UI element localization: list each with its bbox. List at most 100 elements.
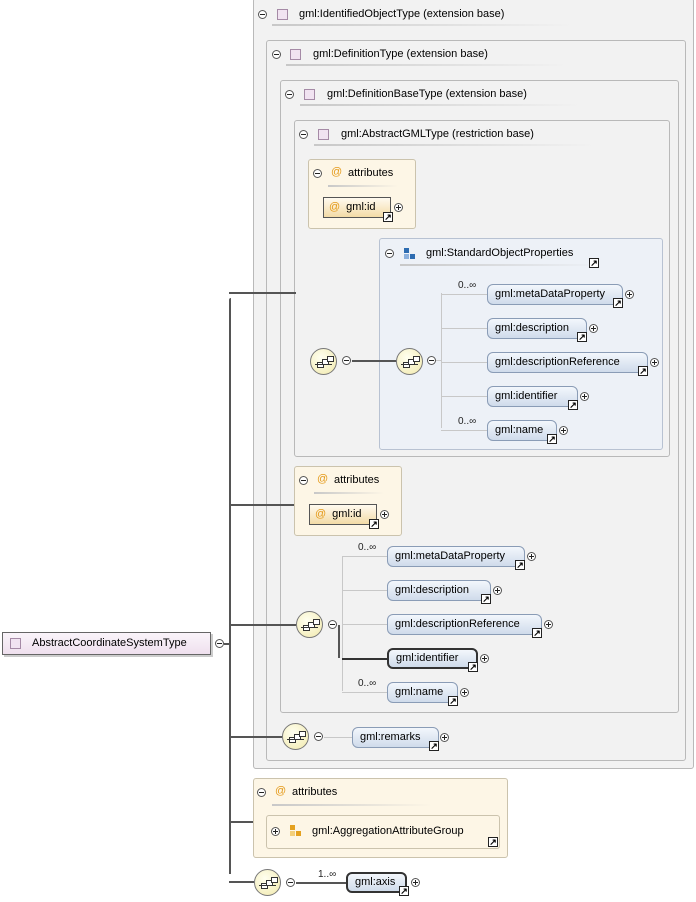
- collapse-abstract-gml-button[interactable]: [299, 130, 308, 139]
- abstract-coordinate-system-type-root[interactable]: AbstractCoordinateSystemType: [2, 632, 211, 655]
- collapse-definition-base-button[interactable]: [285, 90, 294, 99]
- header-underline: [314, 492, 384, 494]
- collapse-sequence-button[interactable]: [314, 732, 323, 741]
- collapse-sequence-button[interactable]: [342, 356, 351, 365]
- attribute-icon: @: [275, 785, 287, 797]
- sequence-element[interactable]: gml:descriptionReference: [387, 614, 542, 635]
- element-label: gml:remarks: [360, 731, 421, 743]
- expand-element-button[interactable]: [580, 392, 589, 401]
- trunk-to-abstract-gml: [229, 292, 294, 294]
- trunk-to-remarks-sequence: [229, 736, 282, 738]
- attribute-icon: @: [329, 201, 341, 213]
- sequence-element[interactable]: gml:descriptionReference: [487, 352, 648, 373]
- definition-attributes-label: attributes: [334, 474, 380, 486]
- expand-element-button[interactable]: [544, 620, 553, 629]
- inner-gml-id-attribute[interactable]: @ gml:id: [323, 197, 391, 218]
- sequence-icon[interactable]: [296, 611, 323, 638]
- element-label: gml:name: [395, 686, 444, 698]
- expand-element-button[interactable]: [559, 426, 568, 435]
- trunk-to-definition-sequence: [229, 624, 296, 626]
- header-underline: [328, 185, 398, 187]
- header-underline: [300, 104, 580, 106]
- expand-element-button[interactable]: [480, 654, 489, 663]
- collapse-sequence-button[interactable]: [286, 878, 295, 887]
- collapse-root-button[interactable]: [215, 639, 224, 648]
- trunk-line: [229, 298, 231, 874]
- connector-line: [338, 625, 340, 658]
- complex-type-icon: [318, 129, 329, 140]
- collapse-sequence-button[interactable]: [328, 620, 337, 629]
- collapse-outer-attributes-button[interactable]: [257, 788, 266, 797]
- expand-element-button[interactable]: [625, 290, 634, 299]
- expand-element-button[interactable]: [493, 586, 502, 595]
- element-label: gml:descriptionReference: [395, 618, 520, 630]
- cardinality-label: 0..∞: [358, 542, 377, 553]
- sequence-element[interactable]: gml:description: [487, 318, 587, 339]
- sequence-element[interactable]: gml:identifier: [387, 648, 478, 669]
- trunk-to-outer-attributes: [229, 821, 253, 823]
- reference-arrow-icon: ↗: [429, 741, 439, 751]
- sequence-element[interactable]: gml:metaDataProperty: [387, 546, 525, 567]
- collapse-identified-button[interactable]: [258, 10, 267, 19]
- expand-element-button[interactable]: [650, 358, 659, 367]
- reference-arrow-icon: ↗: [488, 837, 498, 847]
- trunk-to-definition-attributes: [229, 504, 294, 506]
- remarks-element[interactable]: gml:remarks: [352, 727, 439, 748]
- sequence-icon[interactable]: [310, 348, 337, 375]
- group-icon: [404, 248, 416, 260]
- collapse-definition-attributes-button[interactable]: [299, 476, 308, 485]
- branch-line: [342, 692, 387, 693]
- aggregation-attribute-group-label[interactable]: gml:AggregationAttributeGroup: [312, 825, 464, 837]
- expand-element-button[interactable]: [460, 688, 469, 697]
- expand-aggregation-button[interactable]: [271, 827, 280, 836]
- collapse-group-button[interactable]: [385, 249, 394, 258]
- sequence-icon[interactable]: [396, 348, 423, 375]
- reference-arrow-icon: ↗: [589, 258, 599, 268]
- axis-element[interactable]: gml:axis: [346, 872, 407, 893]
- element-label: gml:axis: [355, 876, 396, 888]
- branch-line: [441, 396, 487, 397]
- cardinality-label: 0..∞: [458, 416, 477, 427]
- root-to-trunk: [224, 643, 231, 645]
- branch-line: [441, 362, 487, 363]
- element-label: gml:metaDataProperty: [395, 550, 506, 562]
- cardinality-label: 0..∞: [458, 280, 477, 291]
- definition-gml-id-attribute[interactable]: @ gml:id: [309, 504, 377, 525]
- expand-element-button[interactable]: [589, 324, 598, 333]
- reference-arrow-icon: ↗: [383, 212, 393, 222]
- sequence-icon[interactable]: [282, 723, 309, 750]
- expand-definition-gml-id-button[interactable]: [380, 510, 389, 519]
- expand-element-button[interactable]: [527, 552, 536, 561]
- reference-arrow-icon: ↗: [468, 662, 478, 672]
- reference-arrow-icon: ↗: [399, 886, 409, 896]
- definition-base-header: gml:DefinitionBaseType (extension base): [327, 88, 527, 100]
- sequence-element[interactable]: gml:metaDataProperty: [487, 284, 623, 305]
- header-underline: [272, 24, 572, 26]
- reference-arrow-icon: ↗: [547, 434, 557, 444]
- reference-arrow-icon: ↗: [613, 298, 623, 308]
- collapse-definition-button[interactable]: [272, 50, 281, 59]
- definition-header: gml:DefinitionType (extension base): [313, 48, 488, 60]
- element-label: gml:description: [395, 584, 469, 596]
- outer-attributes-label: attributes: [292, 786, 338, 798]
- reference-arrow-icon: ↗: [568, 400, 578, 410]
- cardinality-label: 1..∞: [318, 869, 337, 880]
- sequence-element[interactable]: gml:identifier: [487, 386, 578, 407]
- element-label: gml:identifier: [396, 652, 459, 664]
- collapse-sequence-button[interactable]: [427, 356, 436, 365]
- collapse-inner-attributes-button[interactable]: [313, 169, 322, 178]
- sequence-element[interactable]: gml:description: [387, 580, 491, 601]
- element-label: gml:name: [495, 424, 544, 436]
- branch-line: [441, 328, 487, 329]
- abstract-gml-to-sequence: [294, 292, 296, 294]
- sequence-icon[interactable]: [254, 869, 281, 896]
- expand-inner-gml-id-button[interactable]: [394, 203, 403, 212]
- cardinality-label: 0..∞: [358, 678, 377, 689]
- attribute-icon: @: [331, 166, 343, 178]
- abstract-gml-header: gml:AbstractGMLType (restriction base): [341, 128, 534, 140]
- element-label: gml:descriptionReference: [495, 356, 620, 368]
- branch-line: [436, 360, 442, 361]
- expand-remarks-button[interactable]: [440, 733, 449, 742]
- element-label: gml:description: [495, 322, 569, 334]
- expand-axis-button[interactable]: [411, 878, 420, 887]
